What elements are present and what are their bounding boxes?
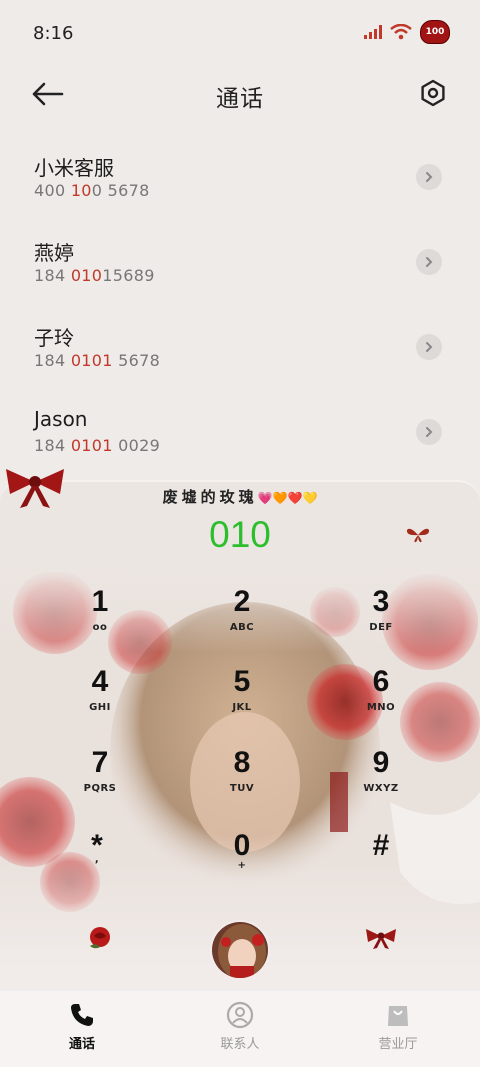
detail-button[interactable]	[416, 419, 442, 445]
contact-item[interactable]: 小米客服 400 100 5678	[0, 140, 480, 225]
key-hash[interactable]: #	[326, 828, 436, 898]
contact-name: Jason	[34, 407, 88, 431]
signal-icon	[364, 25, 382, 39]
contact-item[interactable]: 燕婷 184 01015689	[0, 225, 480, 310]
status-icons: 100	[364, 20, 450, 44]
contact-list: 小米客服 400 100 5678 燕婷 184 01015689 子玲 184…	[0, 140, 480, 480]
key-6[interactable]: 6 MNO	[326, 664, 436, 734]
chevron-right-icon	[426, 172, 433, 182]
status-time: 8:16	[33, 23, 74, 44]
wifi-icon	[390, 24, 412, 40]
contact-number: 400 100 5678	[34, 181, 150, 200]
tab-contacts[interactable]: 联系人	[190, 1001, 290, 1052]
tab-calls[interactable]: 通话	[32, 1001, 132, 1052]
contact-name: 小米客服	[34, 156, 114, 180]
status-bar: 8:16 100	[0, 0, 480, 66]
theme-banner: 废墟的玫瑰💗🧡❤️💛	[0, 486, 480, 507]
bow-icon	[366, 929, 396, 949]
contact-name: 子玲	[34, 326, 74, 350]
page-title: 通话	[216, 86, 264, 112]
hearts-emoji: 💗🧡❤️💛	[257, 491, 318, 505]
banner-text: 废墟的玫瑰	[162, 488, 258, 506]
battery-icon: 100	[420, 20, 450, 44]
key-1[interactable]: 1 oo	[45, 584, 155, 654]
detail-button[interactable]	[416, 334, 442, 360]
settings-hexagon-icon[interactable]	[418, 78, 448, 108]
key-5[interactable]: 5 JKL	[187, 664, 297, 734]
tab-business-hall[interactable]: 营业厅	[348, 1001, 448, 1052]
detail-button[interactable]	[416, 249, 442, 275]
contact-number: 184 0101 0029	[34, 436, 161, 455]
chevron-right-icon	[426, 427, 433, 437]
contact-number: 184 0101 5678	[34, 351, 161, 370]
key-3[interactable]: 3 DEF	[326, 584, 436, 654]
call-button-avatar[interactable]	[210, 920, 270, 980]
key-0[interactable]: 0 +	[187, 828, 297, 898]
key-8[interactable]: 8 TUV	[187, 745, 297, 815]
bow-decoration-icon	[6, 469, 64, 508]
chevron-right-icon	[426, 257, 433, 267]
contact-item[interactable]: Jason 184 0101 0029	[0, 395, 480, 480]
key-2[interactable]: 2 ABC	[187, 584, 297, 654]
voicemail-icon: oo	[92, 622, 108, 633]
contact-item[interactable]: 子玲 184 0101 5678	[0, 310, 480, 395]
person-icon	[226, 1001, 254, 1029]
key-4[interactable]: 4 GHI	[45, 664, 155, 734]
contact-number: 184 01015689	[34, 266, 155, 285]
dialer-panel: 废墟的玫瑰💗🧡❤️💛 010 1 oo 2 ABC 3 DEF 4 GHI 5 JKL 6…	[0, 480, 480, 990]
bottom-nav: 通话 联系人 营业厅	[0, 990, 480, 1067]
dialed-number-display: 010	[209, 514, 271, 555]
key-star[interactable]: *,	[42, 828, 152, 898]
chevron-right-icon	[426, 342, 433, 352]
phone-icon	[71, 1004, 93, 1026]
bag-icon	[388, 1006, 408, 1026]
contact-name: 燕婷	[34, 241, 74, 265]
rose-icon	[90, 927, 110, 949]
key-9[interactable]: 9 WXYZ	[326, 745, 436, 815]
header: 通话	[0, 66, 480, 122]
detail-button[interactable]	[416, 164, 442, 190]
key-7[interactable]: 7 PQRS	[45, 745, 155, 815]
